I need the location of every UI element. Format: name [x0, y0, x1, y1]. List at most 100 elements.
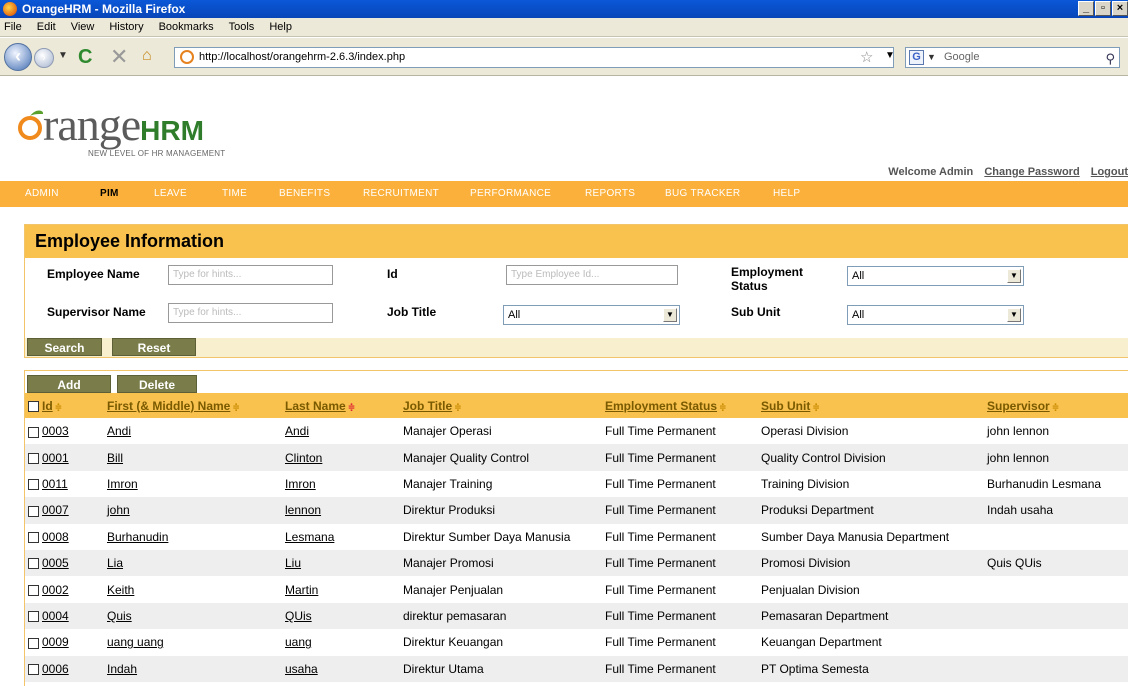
chevron-down-icon[interactable]: ▼ [663, 308, 677, 322]
first-name-link[interactable]: Indah [107, 662, 137, 676]
sort-active-icon[interactable]: ≑ [348, 402, 356, 412]
sort-job-title-link[interactable]: Job Title [403, 399, 452, 413]
last-name-link[interactable]: Liu [285, 556, 301, 570]
history-dropdown-icon[interactable]: ▼ [58, 50, 68, 61]
row-checkbox[interactable] [28, 558, 39, 570]
menu-edit[interactable]: Edit [37, 21, 56, 33]
sort-icon[interactable]: ≑ [232, 402, 240, 412]
employee-id-link[interactable]: 0002 [42, 583, 69, 597]
employee-id-link[interactable]: 0011 [42, 477, 68, 491]
bookmark-star-icon[interactable]: ☆ [860, 48, 873, 66]
sort-supervisor-link[interactable]: Supervisor [987, 399, 1050, 413]
home-icon[interactable]: ⌂ [142, 47, 152, 65]
first-name-link[interactable]: uang uang [107, 635, 164, 649]
search-button[interactable]: Search [27, 338, 102, 356]
first-name-link[interactable]: Bill [107, 451, 123, 465]
sort-icon[interactable]: ≑ [812, 402, 820, 412]
row-checkbox[interactable] [28, 505, 39, 517]
logout-link[interactable]: Logout [1091, 166, 1128, 178]
last-name-link[interactable]: lennon [285, 503, 321, 517]
employee-id-link[interactable]: 0001 [42, 451, 69, 465]
row-checkbox[interactable] [28, 584, 39, 596]
chevron-down-icon[interactable]: ▼ [1007, 269, 1021, 283]
nav-time[interactable]: Time [222, 188, 247, 199]
change-password-link[interactable]: Change Password [984, 166, 1079, 178]
row-checkbox[interactable] [28, 452, 39, 464]
row-checkbox[interactable] [28, 664, 39, 676]
nav-benefits[interactable]: Benefits [279, 188, 330, 199]
nav-recruitment[interactable]: Recruitment [363, 188, 439, 199]
row-checkbox[interactable] [28, 532, 39, 544]
last-name-link[interactable]: uang [285, 635, 312, 649]
row-checkbox[interactable] [28, 637, 39, 649]
employee-id-link[interactable]: 0009 [42, 635, 69, 649]
row-checkbox[interactable] [28, 611, 39, 623]
nav-leave[interactable]: Leave [154, 188, 187, 199]
stop-icon[interactable]: ✕ [110, 44, 128, 70]
employee-id-link[interactable]: 0005 [42, 556, 69, 570]
menu-view[interactable]: View [71, 21, 95, 33]
first-name-link[interactable]: Burhanudin [107, 530, 168, 544]
menu-help[interactable]: Help [269, 21, 292, 33]
search-input[interactable]: G ▼ Google ⚲ [905, 47, 1120, 68]
back-icon[interactable]: ‹ [4, 43, 32, 71]
sort-sub-unit-link[interactable]: Sub Unit [761, 399, 810, 413]
forward-icon[interactable]: › [34, 48, 54, 68]
job-title-select[interactable]: All ▼ [503, 305, 680, 325]
menu-tools[interactable]: Tools [229, 21, 255, 33]
last-name-link[interactable]: Andi [285, 424, 309, 438]
supervisor-name-input[interactable]: Type for hints... [168, 303, 333, 323]
id-input[interactable]: Type Employee Id... [506, 265, 678, 285]
first-name-link[interactable]: john [107, 503, 130, 517]
menu-file[interactable]: File [4, 21, 22, 33]
sort-icon[interactable]: ≑ [454, 402, 462, 412]
chevron-down-icon[interactable]: ▼ [1007, 308, 1021, 322]
reload-icon[interactable]: C [78, 46, 92, 69]
last-name-link[interactable]: usaha [285, 662, 318, 676]
last-name-link[interactable]: Imron [285, 477, 316, 491]
sort-id-link[interactable]: Id [42, 399, 53, 413]
nav-reports[interactable]: Reports [585, 188, 635, 199]
first-name-link[interactable]: Keith [107, 583, 134, 597]
url-bar[interactable]: http://localhost/orangehrm-2.6.3/index.p… [174, 47, 894, 68]
first-name-link[interactable]: Lia [107, 556, 123, 570]
first-name-link[interactable]: Imron [107, 477, 138, 491]
last-name-link[interactable]: Martin [285, 583, 318, 597]
employee-name-input[interactable]: Type for hints... [168, 265, 333, 285]
sort-employment-status-link[interactable]: Employment Status [605, 399, 717, 413]
delete-button[interactable]: Delete [117, 375, 197, 393]
employee-id-link[interactable]: 0003 [42, 424, 69, 438]
nav-bug-tracker[interactable]: Bug Tracker [665, 188, 740, 199]
employee-id-link[interactable]: 0007 [42, 503, 69, 517]
nav-pim[interactable]: PIM [100, 188, 119, 199]
sort-icon[interactable]: ≑ [55, 402, 63, 412]
minimize-button[interactable]: _ [1078, 1, 1094, 16]
google-icon[interactable]: G [909, 50, 924, 65]
employee-id-link[interactable]: 0006 [42, 662, 69, 676]
sort-first-name-link[interactable]: First (& Middle) Name [107, 399, 230, 413]
sub-unit-select[interactable]: All ▼ [847, 305, 1024, 325]
reset-button[interactable]: Reset [112, 338, 196, 356]
last-name-link[interactable]: QUis [285, 609, 312, 623]
menu-history[interactable]: History [109, 21, 143, 33]
employment-status-select[interactable]: All ▼ [847, 266, 1024, 286]
nav-help[interactable]: Help [773, 188, 800, 199]
maximize-button[interactable]: ▫ [1095, 1, 1111, 16]
search-engine-dropdown-icon[interactable]: ▼ [927, 48, 936, 67]
row-checkbox[interactable] [28, 479, 39, 491]
sort-icon[interactable]: ≑ [1052, 402, 1060, 412]
select-all-checkbox[interactable] [28, 400, 39, 412]
row-checkbox[interactable] [28, 426, 39, 438]
nav-admin[interactable]: Admin [25, 188, 59, 199]
close-button[interactable]: × [1112, 1, 1128, 16]
employee-id-link[interactable]: 0008 [42, 530, 69, 544]
sort-icon[interactable]: ≑ [719, 402, 727, 412]
url-dropdown-icon[interactable]: ▼ [885, 50, 895, 61]
menu-bookmarks[interactable]: Bookmarks [159, 21, 214, 33]
last-name-link[interactable]: Clinton [285, 451, 322, 465]
first-name-link[interactable]: Quis [107, 609, 132, 623]
last-name-link[interactable]: Lesmana [285, 530, 334, 544]
employee-id-link[interactable]: 0004 [42, 609, 69, 623]
nav-performance[interactable]: Performance [470, 188, 551, 199]
add-button[interactable]: Add [27, 375, 111, 393]
